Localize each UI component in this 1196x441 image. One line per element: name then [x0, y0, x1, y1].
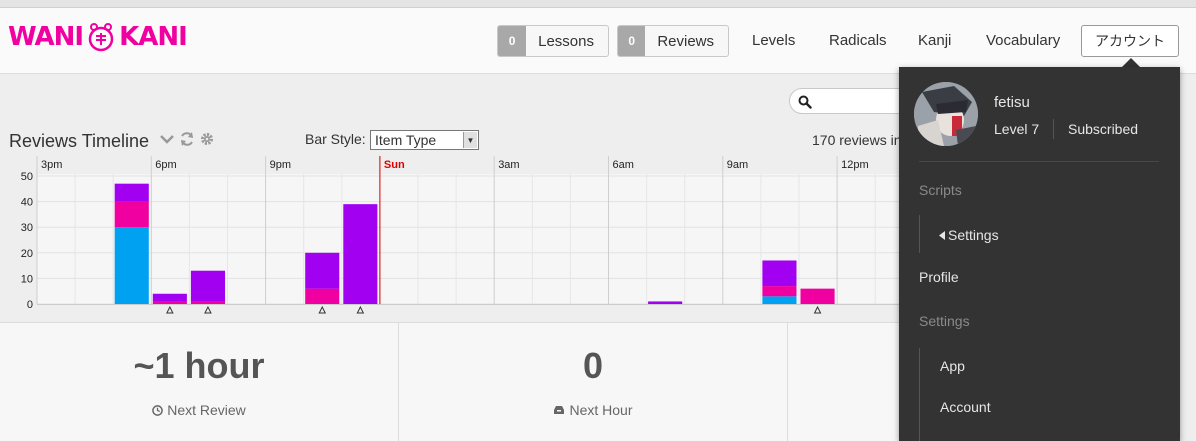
next-review-caption: Next Review [0, 402, 398, 418]
submenu-bar [919, 215, 920, 253]
chart-y-tick-label: 40 [21, 197, 33, 209]
reviews-count-text: 170 reviews in [812, 132, 902, 148]
chart-bar-segment [800, 288, 835, 304]
account-button[interactable]: アカウント [1081, 25, 1179, 57]
chart-bar-segment [152, 293, 187, 302]
chart-x-tick-label: 9pm [270, 159, 291, 171]
inbox-icon [554, 406, 565, 414]
crab-mascot-icon [88, 23, 114, 52]
next-hour-caption: Next Hour [399, 402, 787, 418]
chart-x-tick-label: 6pm [155, 159, 176, 171]
next-review-value: ~1 hour [133, 345, 265, 386]
scripts-heading: Scripts [919, 182, 962, 198]
chart-y-tick-label: 10 [21, 273, 33, 285]
next-hour-panel: 0 Next Hour [399, 322, 787, 441]
chart-bar-segment [343, 204, 378, 304]
lessons-count: 0 [498, 26, 527, 56]
logo-text-right: KANI [119, 22, 188, 52]
chart-bar-segment [762, 286, 797, 297]
caret-left-icon [939, 230, 945, 240]
user-level[interactable]: Level 7 [994, 121, 1039, 137]
scripts-settings-item[interactable]: Settings [939, 227, 999, 243]
profile-item[interactable]: Profile [919, 269, 959, 285]
avatar[interactable] [914, 82, 978, 146]
lessons-button[interactable]: 0 Lessons [497, 25, 609, 57]
avatar-image [914, 82, 978, 146]
alert-marker-icon [204, 305, 212, 314]
reviews-timeline-title: Reviews Timeline [9, 131, 150, 151]
alert-marker-icon [318, 305, 327, 314]
settings-app-item[interactable]: App [940, 358, 965, 374]
nav-radicals[interactable]: Radicals [829, 32, 887, 49]
chart-bar-segment [114, 183, 149, 202]
bar-style-label: Bar Style: [305, 131, 366, 147]
next-hour-value: 0 [582, 345, 604, 386]
next-hour-label: Next Hour [569, 402, 633, 418]
nav-kanji[interactable]: Kanji [918, 32, 951, 49]
chart-y-tick-label: 0 [27, 299, 33, 311]
scripts-settings-label: Settings [948, 227, 999, 243]
timeline-controls [160, 131, 214, 147]
menu-caret [1122, 58, 1140, 67]
chart-x-tick-label: 9am [727, 159, 748, 171]
chart-bar-segment [762, 260, 797, 287]
account-dropdown-menu: fetisu Level 7 Subscribed Scripts Settin… [899, 67, 1180, 441]
username: fetisu [994, 94, 1030, 111]
alert-marker-icon [813, 305, 822, 314]
chart-x-tick-label: 6am [613, 159, 634, 171]
next-review-panel: ~1 hour Next Review [0, 322, 398, 441]
refresh-icon[interactable] [179, 131, 195, 147]
chart-x-tick-label: 3am [498, 159, 519, 171]
chart-bar-segment [305, 288, 340, 304]
chart-x-tick-label: 12pm [841, 159, 869, 171]
lessons-label: Lessons [538, 32, 594, 50]
subscription-status[interactable]: Subscribed [1068, 121, 1138, 137]
chart-bar-segment [114, 227, 149, 304]
bar-style-select[interactable]: Item Type ▼ [370, 130, 479, 150]
chart-bar-segment [152, 301, 187, 304]
reviews-label: Reviews [657, 32, 714, 50]
alert-marker-icon [166, 305, 174, 314]
chevron-down-icon[interactable] [160, 134, 174, 144]
chart-y-tick-label: 20 [21, 248, 33, 260]
search-input[interactable] [789, 88, 909, 114]
user-info-separator [1053, 119, 1054, 139]
settings-account-item[interactable]: Account [940, 399, 991, 415]
search-icon [798, 95, 812, 109]
nav-vocabulary[interactable]: Vocabulary [986, 32, 1060, 49]
chart-y-tick-label: 30 [21, 222, 33, 234]
wanikani-logo[interactable]: WANI KANI [8, 20, 188, 54]
chart-bar-segment [305, 252, 340, 289]
chart-bar-segment [114, 201, 149, 228]
browser-edge [0, 0, 1196, 8]
menu-divider [919, 161, 1159, 162]
reviews-timeline-chart: 0 10 20 30 40 50 3pm 6pm 9pm Sun 3am 6am 9am 12pm [21, 156, 900, 314]
chart-bar-segment [762, 296, 797, 304]
third-panel [788, 322, 899, 441]
next-review-label: Next Review [167, 402, 246, 418]
logo-text-left: WANI [8, 22, 84, 52]
nav-levels[interactable]: Levels [752, 32, 795, 49]
reviews-button[interactable]: 0 Reviews [617, 25, 729, 57]
reviews-count: 0 [618, 26, 646, 56]
chevron-down-icon: ▼ [463, 132, 477, 148]
gear-icon[interactable] [200, 132, 214, 146]
submenu-bar [919, 348, 920, 441]
chart-y-tick-label: 50 [21, 171, 33, 183]
chart-bar-segment [190, 301, 225, 304]
chart-bar-segment [648, 301, 683, 304]
settings-heading: Settings [919, 313, 970, 329]
bar-style-value: Item Type [375, 132, 437, 148]
chart-bar-segment [190, 270, 225, 302]
alert-marker-icon [356, 305, 365, 314]
chart-x-tick-label: 3pm [41, 159, 62, 171]
clock-icon [152, 404, 164, 416]
chart-x-tick-label: Sun [384, 159, 405, 171]
